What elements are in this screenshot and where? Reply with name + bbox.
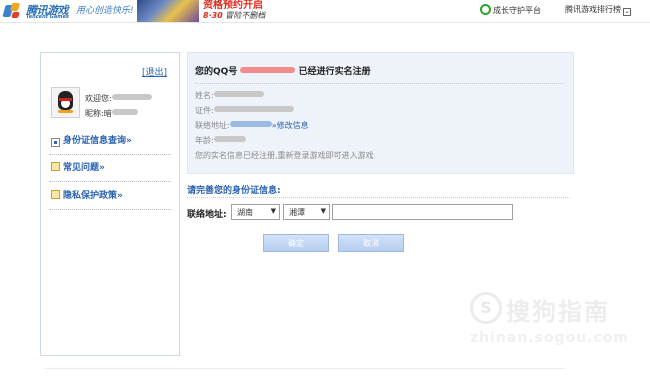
tencent-logo-icon [2,3,22,19]
guardian-ring-icon [480,4,491,15]
guardian-label: 成长守护平台 [493,6,541,15]
city-value: 湘潭 [289,208,305,217]
sidebar-item-label: 身份证信息查询» [63,136,132,146]
avatar [51,87,80,118]
nickname-prefix: 暗 [103,109,112,118]
promo-tagline: 冒险不删档 [225,11,266,20]
info-divider [195,83,565,84]
header-divider [0,22,650,23]
redacted-nickname [111,109,138,115]
province-select[interactable]: 湖南 ▼ [231,204,280,220]
sidebar-item-privacy[interactable]: 隐私保护政策» [49,184,171,210]
realname-info-box: 您的QQ号 已经进行实名注册 姓名: 证件: 联络地址: »修改信息 年龄: 您的… [187,52,574,174]
game-banner-image[interactable] [137,0,199,22]
redacted-name [213,91,264,97]
city-select[interactable]: 湘潭 ▼ [283,204,330,220]
info-name-row: 姓名: [195,90,264,101]
watermark-text: 搜狗指南 [506,298,610,326]
redacted-username [111,94,152,100]
chevron-down-icon: ▼ [320,207,326,215]
cancel-button[interactable]: 取消 [338,234,404,252]
address-input[interactable] [332,204,513,220]
sidebar-panel: [退出] 欢迎您: 昵称:暗 ▪ 身份证信息查询» 常见问题» 隐私保护政策» [40,52,180,356]
form-title: 请完善您的身份证信息: [187,186,281,196]
promo-text[interactable]: 资格预约开启 8·30 冒险不删档 [203,1,265,21]
promo-title: 资格预约开启 [203,0,263,11]
sidebar-item-label: 常见问题» [63,163,105,173]
tencent-games-logo[interactable]: 腾讯游戏 Tencent Games [2,2,74,20]
info-note: 您的实名信息已经注册,重新登录游戏即可进入游戏 [195,151,374,160]
info-id-row: 证件: [195,105,294,116]
sidebar-item-label: 隐私保护政策» [63,191,123,201]
info-age-row: 年龄: [195,135,246,146]
logo-subtext: Tencent Games [26,14,69,20]
id-card-icon: ▪ [51,138,60,147]
user-info: 欢迎您: 昵称:暗 [85,91,152,121]
redacted-id [213,106,294,112]
redacted-age [213,136,246,142]
modify-info-link[interactable]: »修改信息 [272,121,309,130]
slogan: 用心创造快乐! [76,6,134,16]
redacted-address [229,121,272,127]
sidebar-item-faq[interactable]: 常见问题» [49,156,171,182]
confirm-button[interactable]: 确定 [263,234,329,252]
promo-subtitle: 8·30 冒险不删档 [203,11,265,21]
logout-link[interactable]: [退出] [142,65,167,78]
pencil-icon [51,190,60,199]
info-title: 您的QQ号 已经进行实名注册 [195,67,371,77]
province-value: 湖南 [237,208,253,217]
address-label: 联络地址: [187,210,227,220]
sogou-s-icon: S [470,292,502,324]
rank-label: 腾讯游戏排行榜 [565,5,621,14]
form-divider [187,197,570,198]
guardian-platform-link[interactable]: 成长守护平台 [480,4,541,16]
chevron-down-icon: ▼ [270,207,276,215]
game-rank-menu[interactable]: 腾讯游戏排行榜 ⌄ [565,4,631,16]
sidebar-item-id-query[interactable]: ▪ 身份证信息查询» [49,129,171,155]
info-address-row: 联络地址: »修改信息 [195,121,309,130]
nickname-label: 昵称: [85,109,104,118]
top-header: 腾讯游戏 Tencent Games 用心创造快乐! 资格预约开启 8·30 冒… [0,0,650,22]
sogou-watermark: S 搜狗指南 zhinan.sogou.com [470,288,640,348]
dropdown-icon: ⌄ [623,8,631,16]
watermark-url: zhinan.sogou.com [470,330,629,346]
pencil-icon [51,162,60,171]
promo-date: 8·30 [203,11,223,20]
welcome-label: 欢迎您: [85,94,112,103]
redacted-qq-number [240,67,296,73]
footer-divider [45,368,565,369]
